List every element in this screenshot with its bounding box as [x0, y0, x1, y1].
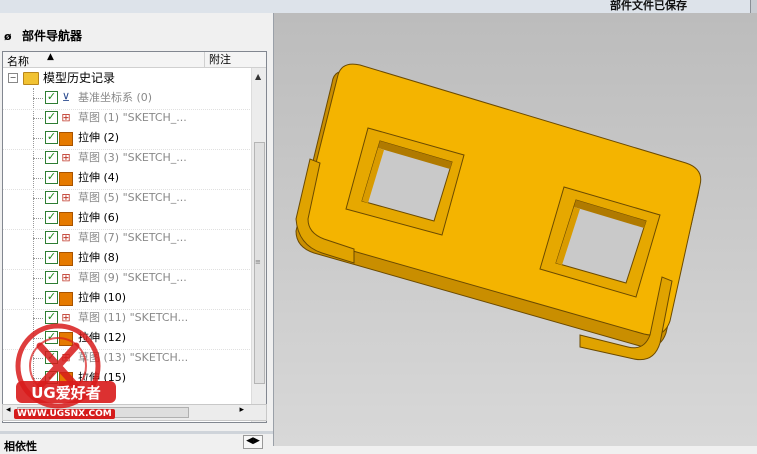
status-bar: 部件文件已保存	[0, 0, 757, 13]
tree-connector	[33, 218, 43, 219]
folder-icon	[23, 72, 39, 85]
status-bar-end	[750, 0, 757, 13]
sketch-icon: ⊞	[61, 191, 71, 204]
feature-label: 基准坐标系 (0)	[78, 91, 153, 104]
tree-connector	[33, 318, 43, 319]
visibility-checkbox[interactable]: ✓	[45, 191, 58, 204]
panel-splitter[interactable]	[0, 431, 273, 434]
feature-row-sketch[interactable]: ✓ ⊞ 草图 (1) "SKETCH_...	[3, 108, 252, 128]
scroll-up-icon[interactable]: ▲	[255, 72, 261, 81]
feature-row-extrude[interactable]: ✓ 拉伸 (2)	[3, 128, 252, 148]
visibility-checkbox[interactable]: ✓	[45, 231, 58, 244]
feature-label: 草图 (5) "SKETCH_...	[78, 191, 187, 204]
sketch-icon: ⊞	[61, 111, 71, 124]
tree-connector	[33, 278, 43, 279]
extrude-icon	[59, 172, 73, 186]
visibility-checkbox[interactable]: ✓	[45, 171, 58, 184]
svg-text:UG爱好者: UG爱好者	[31, 384, 101, 402]
graphics-window[interactable]	[274, 13, 757, 446]
tree-connector	[33, 118, 43, 119]
feature-row-csys[interactable]: ✓ ⊻ 基准坐标系 (0)	[3, 88, 252, 108]
feature-row-sketch[interactable]: ✓ ⊞ 草图 (7) "SKETCH_...	[3, 228, 252, 248]
feature-label: 拉伸 (4)	[78, 171, 120, 184]
feature-row-extrude[interactable]: ✓ 拉伸 (6)	[3, 208, 252, 228]
visibility-checkbox[interactable]: ✓	[45, 211, 58, 224]
pin-icon[interactable]: ø	[4, 30, 16, 43]
watermark-logo: UG爱好者 WWW.UGSNX.COM	[10, 321, 128, 431]
visibility-checkbox[interactable]: ✓	[45, 291, 58, 304]
feature-label: 拉伸 (2)	[78, 131, 120, 144]
tree-connector	[33, 198, 43, 199]
visibility-checkbox[interactable]: ✓	[45, 111, 58, 124]
extrude-icon	[59, 292, 73, 306]
feature-label: 草图 (7) "SKETCH_...	[78, 231, 187, 244]
column-name[interactable]: 名称	[7, 53, 29, 69]
sketch-icon: ⊞	[61, 151, 71, 164]
visibility-checkbox[interactable]: ✓	[45, 251, 58, 264]
status-message: 部件文件已保存	[610, 0, 687, 12]
extrude-icon	[59, 132, 73, 146]
tree-connector	[33, 138, 43, 139]
feature-row-extrude[interactable]: ✓ 拉伸 (4)	[3, 168, 252, 188]
extrude-icon	[59, 252, 73, 266]
feature-row-extrude[interactable]: ✓ 拉伸 (8)	[3, 248, 252, 268]
feature-label: 草图 (1) "SKETCH_...	[78, 111, 187, 124]
dependencies-title: 相依性	[4, 440, 37, 453]
panel-title: ø 部件导航器	[4, 27, 82, 43]
sort-ascending-icon[interactable]: ▲	[47, 52, 54, 62]
feature-row-sketch[interactable]: ✓ ⊞ 草图 (3) "SKETCH_...	[3, 148, 252, 168]
root-label: 模型历史记录	[43, 71, 116, 85]
sketch-icon: ⊞	[61, 271, 71, 284]
visibility-checkbox[interactable]: ✓	[45, 131, 58, 144]
collapse-icon[interactable]: −	[8, 73, 18, 83]
visibility-checkbox[interactable]: ✓	[45, 91, 58, 104]
tree-connector	[33, 298, 43, 299]
column-note[interactable]: 附注	[204, 52, 231, 67]
tree-connector	[33, 158, 43, 159]
extrude-icon	[59, 212, 73, 226]
part-navigator-panel: ø 部件导航器 名称 ▲ 附注 − 模型历史记录 ✓ ⊻ 基准坐标系 (0) ✓ ⊞ 草图 …	[0, 13, 274, 453]
watermark-url: WWW.UGSNX.COM	[14, 409, 115, 419]
feature-label: 草图 (3) "SKETCH_...	[78, 151, 187, 164]
part-model[interactable]	[274, 13, 757, 446]
visibility-checkbox[interactable]: ✓	[45, 151, 58, 164]
tree-header: 名称 ▲ 附注	[3, 52, 266, 68]
feature-row-sketch[interactable]: ✓ ⊞ 草图 (9) "SKETCH_...	[3, 268, 252, 288]
panel-title-text: 部件导航器	[22, 29, 83, 43]
vertical-scrollbar[interactable]: ▲ ≡ ▼	[251, 68, 266, 422]
expand-section-button[interactable]: ◀▶	[243, 435, 263, 449]
scroll-grip-icon: ≡	[255, 258, 261, 266]
feature-label: 拉伸 (8)	[78, 251, 120, 264]
datum-csys-icon: ⊻	[61, 91, 71, 104]
tree-connector	[33, 98, 43, 99]
tree-root-row[interactable]: − 模型历史记录	[3, 68, 252, 88]
feature-label: 拉伸 (6)	[78, 211, 120, 224]
tree-connector	[33, 258, 43, 259]
tree-connector	[33, 238, 43, 239]
feature-row-extrude[interactable]: ✓ 拉伸 (10)	[3, 288, 252, 308]
tree-connector	[33, 178, 43, 179]
sketch-icon: ⊞	[61, 231, 71, 244]
feature-label: 草图 (9) "SKETCH_...	[78, 271, 187, 284]
visibility-checkbox[interactable]: ✓	[45, 271, 58, 284]
scroll-right-icon[interactable]: ▸	[239, 405, 244, 415]
feature-label: 拉伸 (10)	[78, 291, 127, 304]
feature-row-sketch[interactable]: ✓ ⊞ 草图 (5) "SKETCH_...	[3, 188, 252, 208]
